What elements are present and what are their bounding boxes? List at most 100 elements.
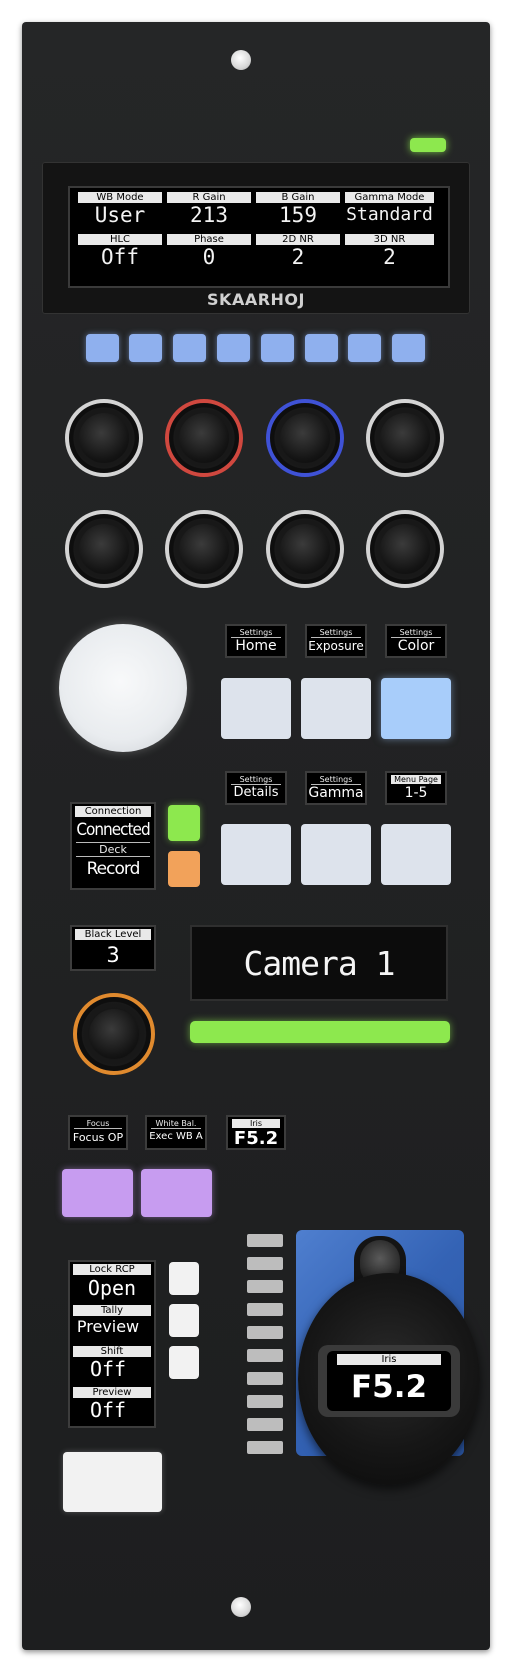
connection-value: Connected: [76, 820, 150, 840]
function-button-3[interactable]: [173, 334, 206, 362]
function-button-5[interactable]: [261, 334, 294, 362]
2d-nr-value: 2: [291, 245, 305, 269]
menu-display-gamma: Settings Gamma: [305, 771, 367, 805]
encoder-gamma-mode[interactable]: [366, 399, 444, 477]
bottom-screw: [231, 1597, 251, 1617]
wb-mode-label: WB Mode: [78, 192, 162, 203]
r-gain-value: 213: [190, 203, 228, 227]
lock-rcp-button[interactable]: [169, 1262, 199, 1295]
menu-display-page-title: Menu Page: [391, 775, 441, 784]
menu-display-page: Menu Page 1-5: [385, 771, 447, 805]
focus-title: Focus: [74, 1119, 122, 1129]
shift-value: Off: [89, 1357, 127, 1381]
brand-logo: SKAARHOJ: [207, 290, 305, 309]
exposure-button[interactable]: [301, 678, 371, 739]
camera-name: Camera 1: [243, 944, 396, 983]
large-white-button[interactable]: [59, 624, 187, 752]
menu-display-home-title: Settings: [231, 628, 281, 638]
encoder-2d-nr[interactable]: [266, 510, 344, 588]
function-button-2[interactable]: [129, 334, 162, 362]
function-button-4[interactable]: [217, 334, 250, 362]
menu-display-exposure: Settings Exposure: [305, 624, 367, 658]
focus-value: Focus OP: [72, 1131, 124, 1144]
iris-level-segment-4: [247, 1303, 283, 1316]
function-button-7[interactable]: [348, 334, 381, 362]
tally-button[interactable]: [169, 1304, 199, 1337]
menu-page-button[interactable]: [381, 824, 451, 885]
white-bal-display: White Bal. Exec WB A: [145, 1115, 207, 1150]
preview-value: Off: [89, 1398, 127, 1422]
joystick-display-title: Iris: [337, 1354, 441, 1365]
encoder-hlc[interactable]: [65, 510, 143, 588]
connection-button[interactable]: [168, 805, 200, 841]
hlc-value: Off: [101, 245, 139, 269]
hlc-label: HLC: [78, 234, 162, 245]
iris-small-display: Iris F5.2: [226, 1115, 286, 1150]
connection-display: Connection Connected Deck Record: [70, 802, 156, 890]
menu-display-home: Settings Home: [225, 624, 287, 658]
black-level-display: Black Level 3: [70, 925, 156, 971]
3d-nr-label: 3D NR: [345, 234, 434, 245]
iris-small-value: F5.2: [233, 1128, 279, 1149]
function-button-6[interactable]: [305, 334, 338, 362]
menu-display-gamma-title: Settings: [311, 775, 361, 785]
tally-value: Preview: [76, 1317, 140, 1336]
shift-button[interactable]: [169, 1346, 199, 1379]
menu-display-color: Settings Color: [385, 624, 447, 658]
preview-title: Preview: [73, 1387, 151, 1398]
phase-label: Phase: [167, 234, 251, 245]
preview-button[interactable]: [63, 1452, 162, 1512]
focus-button[interactable]: [62, 1169, 133, 1217]
camera-select-bar[interactable]: [190, 1021, 450, 1043]
b-gain-label: B Gain: [256, 192, 340, 203]
lock-rcp-value: Open: [87, 1276, 137, 1300]
r-gain-label: R Gain: [167, 192, 251, 203]
top-screw: [231, 50, 251, 70]
wb-mode-value: User: [94, 203, 146, 227]
iris-level-segment-3: [247, 1280, 283, 1293]
camera-display: Camera 1: [190, 925, 448, 1001]
deck-record-button[interactable]: [168, 851, 200, 887]
encoder-wb-mode[interactable]: [65, 399, 143, 477]
menu-display-details-value: Details: [233, 785, 279, 800]
iris-level-segment-9: [247, 1418, 283, 1431]
connection-title: Connection: [75, 806, 151, 817]
white-balance-button[interactable]: [141, 1169, 212, 1217]
encoder-black-level[interactable]: [73, 993, 155, 1075]
function-button-1[interactable]: [86, 334, 119, 362]
encoder-b-gain[interactable]: [266, 399, 344, 477]
menu-display-gamma-value: Gamma: [308, 785, 364, 801]
encoder-3d-nr[interactable]: [366, 510, 444, 588]
gamma-button[interactable]: [301, 824, 371, 885]
encoder-phase[interactable]: [165, 510, 243, 588]
status-stack-display: Lock RCP Open Tally Preview Shift Off Pr…: [68, 1260, 156, 1428]
white-bal-value: Exec WB A: [149, 1131, 203, 1142]
b-gain-value: 159: [279, 203, 317, 227]
shift-title: Shift: [73, 1346, 151, 1357]
iris-level-segment-7: [247, 1372, 283, 1385]
color-button[interactable]: [381, 678, 451, 739]
black-level-value: 3: [106, 943, 120, 967]
iris-level-segment-1: [247, 1234, 283, 1247]
lock-rcp-title: Lock RCP: [73, 1264, 151, 1275]
menu-display-color-title: Settings: [391, 628, 441, 638]
2d-nr-label: 2D NR: [256, 234, 340, 245]
gamma-mode-value: Standard: [346, 204, 433, 225]
iris-level-segment-8: [247, 1395, 283, 1408]
status-led: [410, 138, 446, 152]
phase-value: 0: [202, 245, 216, 269]
function-button-8[interactable]: [392, 334, 425, 362]
menu-display-page-value: 1-5: [404, 785, 428, 801]
menu-display-home-value: Home: [235, 638, 277, 654]
joystick-display: Iris F5.2: [327, 1351, 451, 1411]
focus-display: Focus Focus OP: [68, 1115, 128, 1150]
3d-nr-value: 2: [383, 245, 396, 269]
iris-small-title: Iris: [232, 1119, 280, 1128]
deck-title: Deck: [76, 842, 150, 857]
home-button[interactable]: [221, 678, 291, 739]
encoder-r-gain[interactable]: [165, 399, 243, 477]
details-button[interactable]: [221, 824, 291, 885]
tally-title: Tally: [73, 1305, 151, 1316]
iris-level-segment-5: [247, 1326, 283, 1339]
deck-value: Record: [86, 859, 141, 879]
